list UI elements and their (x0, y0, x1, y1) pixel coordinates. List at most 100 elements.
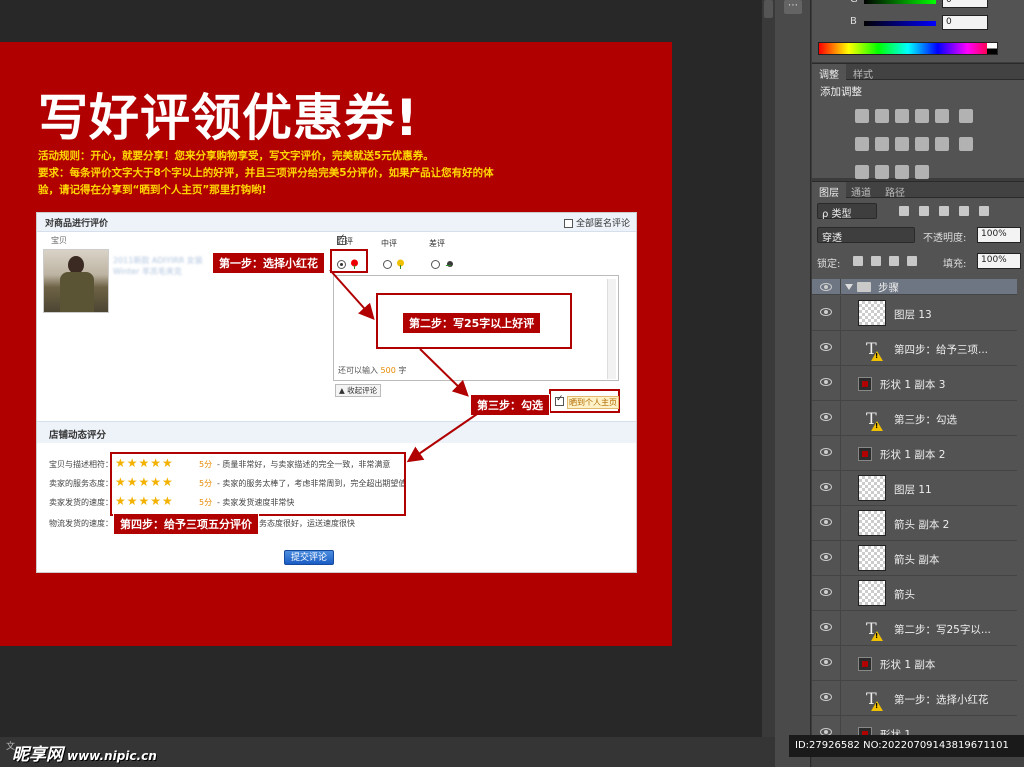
layer-row[interactable]: 箭头 副本 2 (812, 506, 1017, 541)
visibility-eye-icon[interactable] (820, 483, 832, 491)
warning-icon (871, 421, 883, 431)
layer-row[interactable]: 形状 1 副本 2 (812, 436, 1017, 471)
opacity-input[interactable]: 100% (977, 227, 1021, 243)
color-spectrum-bar[interactable] (818, 42, 998, 55)
score-label: 物流发货的速度： (49, 519, 113, 528)
filter-smart-object-icon[interactable] (979, 206, 989, 216)
collapse-review-button[interactable]: ▲ 收起评论 (335, 384, 382, 397)
exposure-icon[interactable] (915, 109, 929, 123)
adjustments-title: 添加调整 (820, 86, 862, 98)
hue-saturation-icon[interactable] (958, 109, 973, 123)
layer-name: 箭头 (894, 589, 915, 601)
curves-icon[interactable] (895, 109, 909, 123)
warning-icon (871, 351, 883, 361)
textarea-scrollbar[interactable] (607, 279, 616, 379)
black-white-icon[interactable] (875, 137, 889, 151)
product-column-label: 宝贝 (51, 236, 67, 245)
layer-row[interactable]: T第一步：选择小红花 (812, 681, 1017, 716)
tab-paths[interactable]: 路径 (878, 182, 912, 199)
visibility-eye-icon[interactable] (820, 588, 832, 596)
shape-layer-icon (858, 447, 872, 461)
filter-pixel-icon[interactable] (899, 206, 909, 216)
visibility-eye-icon[interactable] (820, 518, 832, 526)
tab-channels[interactable]: 通道 (844, 182, 878, 199)
posterize-icon[interactable] (855, 165, 869, 179)
color-lookup-icon[interactable] (935, 137, 949, 151)
selective-color-icon[interactable] (895, 165, 909, 179)
layer-row[interactable]: 图层 13 (812, 296, 1017, 331)
anonymous-checkbox[interactable] (563, 219, 573, 228)
expand-triangle-icon[interactable] (845, 284, 853, 290)
b-track[interactable] (864, 21, 936, 26)
radio-button[interactable] (383, 259, 392, 269)
layer-group-steps[interactable]: 步骤 (812, 279, 1017, 295)
yellow-flower-icon (397, 259, 404, 269)
threshold-icon[interactable] (875, 165, 889, 179)
opacity-label: 不透明度: (923, 233, 967, 244)
lock-all-icon[interactable] (907, 256, 917, 266)
lock-position-icon[interactable] (889, 256, 899, 266)
tab-layers[interactable]: 图层 (812, 182, 846, 199)
layer-row[interactable]: T第三步：勾选 (812, 401, 1017, 436)
image-id-bar: ID:27926582 NO:20220709143819671101 (789, 735, 1024, 757)
filter-kind-select[interactable]: ρ 类型 (817, 203, 877, 220)
b-slider[interactable]: B 0 (850, 15, 1024, 30)
layer-name: 步骤 (878, 282, 899, 294)
panel-title: 对商品进行评价 (45, 219, 109, 229)
rules-line: 活动规则：开心，就要分享！您来分享购物享受，写文字评价，完美就送5元优惠券。 (38, 150, 434, 162)
bad-rating-option[interactable] (431, 257, 454, 270)
filter-shape-icon[interactable] (959, 206, 969, 216)
visibility-eye-icon[interactable] (820, 413, 832, 421)
step1-highlight-box (330, 249, 368, 273)
blend-mode-select[interactable]: 穿透 (817, 227, 915, 244)
filter-adjustment-icon[interactable] (919, 206, 929, 216)
layer-row[interactable]: 箭头 副本 (812, 541, 1017, 576)
brightness-icon[interactable] (855, 109, 869, 123)
radio-button[interactable] (431, 259, 440, 269)
document-canvas[interactable]: 写好评领优惠券! 活动规则：开心，就要分享！您来分享购物享受，写文字评价，完美就… (0, 0, 775, 767)
color-balance-icon[interactable] (855, 137, 869, 151)
lock-transparent-icon[interactable] (853, 256, 863, 266)
tab-adjustments[interactable]: 调整 (812, 64, 846, 81)
tab-styles[interactable]: 样式 (846, 64, 880, 81)
visibility-eye-icon[interactable] (820, 378, 832, 386)
visibility-eye-icon[interactable] (820, 448, 832, 456)
neutral-rating-option[interactable] (383, 257, 406, 270)
vibrance-icon[interactable] (935, 109, 949, 123)
visibility-eye-icon[interactable] (820, 658, 832, 666)
layer-row[interactable]: T第二步：写25字以... (812, 611, 1017, 646)
layer-row[interactable]: 箭头 (812, 576, 1017, 611)
panel-toggle-icon[interactable]: ⋯ (784, 0, 802, 14)
g-value-input[interactable]: 0 (942, 0, 988, 8)
layers-panel: 图层 通道 路径 ρ 类型 穿透 不透明度: 100% 锁定: 填充: 100%… (812, 181, 1024, 767)
share-checkbox[interactable] (555, 394, 564, 406)
visibility-eye-icon[interactable] (820, 693, 832, 701)
fill-input[interactable]: 100% (977, 253, 1021, 269)
visibility-eye-icon[interactable] (820, 308, 832, 316)
anonymous-option[interactable]: 全部匿名评论 (563, 216, 630, 229)
step3-callout: 第三步：勾选 (470, 394, 550, 416)
channel-mixer-icon[interactable] (915, 137, 929, 151)
visibility-eye-icon[interactable] (820, 283, 832, 291)
visibility-eye-icon[interactable] (820, 343, 832, 351)
layer-row[interactable]: 形状 1 副本 (812, 646, 1017, 681)
layer-row[interactable]: 形状 1 副本 3 (812, 366, 1017, 401)
filter-type-icon[interactable] (939, 206, 949, 216)
lock-pixels-icon[interactable] (871, 256, 881, 266)
canvas-vertical-scrollbar[interactable] (762, 0, 775, 737)
g-slider[interactable]: G 0 (850, 0, 1024, 8)
submit-review-button[interactable]: 提交评论 (284, 550, 334, 565)
visibility-eye-icon[interactable] (820, 553, 832, 561)
layer-row[interactable]: T第四步：给予三项... (812, 331, 1017, 366)
b-value-input[interactable]: 0 (942, 15, 988, 30)
layer-thumbnail (858, 510, 886, 536)
gradient-map-icon[interactable] (915, 165, 929, 179)
photo-filter-icon[interactable] (895, 137, 909, 151)
g-track[interactable] (864, 0, 936, 4)
invert-icon[interactable] (958, 137, 973, 151)
levels-icon[interactable] (875, 109, 889, 123)
layer-thumbnail (858, 475, 886, 501)
visibility-eye-icon[interactable] (820, 623, 832, 631)
share-to-homepage[interactable]: 晒到个人主页 (549, 389, 620, 413)
layer-row[interactable]: 图层 11 (812, 471, 1017, 506)
